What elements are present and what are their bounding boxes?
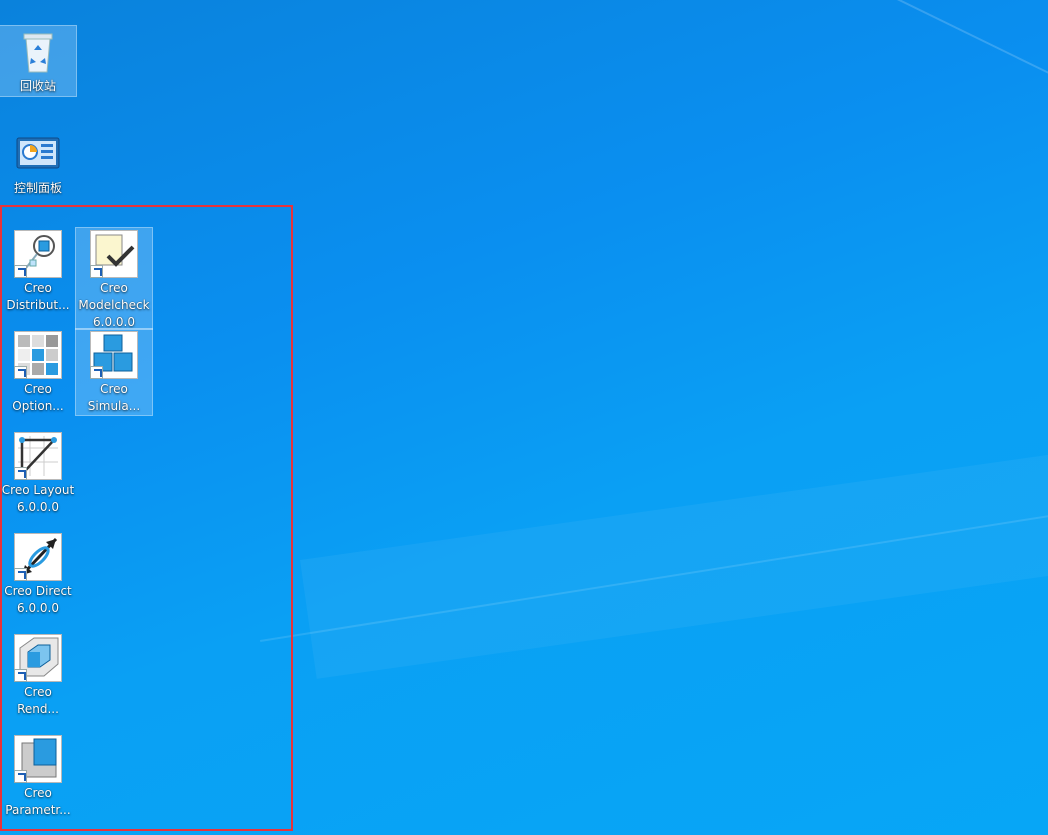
creo-distributed-icon — [14, 230, 62, 278]
wallpaper-light-ray — [839, 0, 1048, 156]
desktop-icon-creo-distributed[interactable]: Creo Distribut... — [0, 228, 76, 316]
shortcut-arrow-icon — [14, 467, 27, 480]
icon-label: Modelcheck — [78, 298, 150, 312]
icon-label: Creo — [100, 281, 128, 295]
icon-label: Creo — [24, 685, 52, 699]
desktop[interactable]: 回收站 控制面板 Creo Distribut... Creo Modelche… — [0, 0, 1048, 835]
icon-label: Parametr... — [5, 803, 71, 817]
desktop-icon-creo-options[interactable]: Creo Option... — [0, 329, 76, 417]
icon-label: 6.0.0.0 — [17, 500, 59, 514]
shortcut-arrow-icon — [14, 770, 27, 783]
desktop-icon-creo-simulate[interactable]: Creo Simula... — [75, 328, 153, 416]
shortcut-arrow-icon — [90, 366, 103, 379]
icon-label: Creo — [24, 281, 52, 295]
icon-label: Creo Direct — [4, 584, 72, 598]
desktop-icon-creo-direct[interactable]: Creo Direct 6.0.0.0 — [0, 531, 76, 619]
icon-label: 回收站 — [19, 79, 56, 93]
icon-label: 控制面板 — [13, 181, 62, 195]
icon-label: Creo Layout — [1, 483, 75, 497]
desktop-icon-creo-parametric[interactable]: Creo Parametr... — [0, 733, 76, 821]
creo-simulate-icon — [90, 331, 138, 379]
shortcut-arrow-icon — [90, 265, 103, 278]
shortcut-arrow-icon — [14, 669, 27, 682]
creo-parametric-icon — [14, 735, 62, 783]
icon-label: Option... — [12, 399, 64, 413]
icon-label: Creo — [24, 786, 52, 800]
control-panel-icon — [14, 130, 62, 178]
icon-label: 6.0.0.0 — [17, 601, 59, 615]
desktop-icon-creo-layout[interactable]: Creo Layout 6.0.0.0 — [0, 430, 76, 518]
recycle-bin-icon — [14, 28, 62, 76]
desktop-icon-creo-render[interactable]: Creo Rend... — [0, 632, 76, 720]
creo-direct-icon — [14, 533, 62, 581]
creo-layout-icon — [14, 432, 62, 480]
icon-label: Creo — [100, 382, 128, 396]
shortcut-arrow-icon — [14, 568, 27, 581]
shortcut-arrow-icon — [14, 265, 27, 278]
creo-render-icon — [14, 634, 62, 682]
shortcut-arrow-icon — [14, 366, 27, 379]
icon-label: Creo — [24, 382, 52, 396]
icon-label: Rend... — [17, 702, 59, 716]
wallpaper-light-band — [300, 434, 1048, 679]
icon-label: Distribut... — [6, 298, 70, 312]
desktop-icon-recycle-bin[interactable]: 回收站 — [0, 25, 77, 97]
icon-label: Simula... — [87, 399, 141, 413]
desktop-icon-creo-modelcheck[interactable]: Creo Modelcheck 6.0.0.0 — [75, 227, 153, 330]
creo-modelcheck-icon — [90, 230, 138, 278]
desktop-icon-control-panel[interactable]: 控制面板 — [0, 128, 76, 198]
creo-options-icon — [14, 331, 62, 379]
